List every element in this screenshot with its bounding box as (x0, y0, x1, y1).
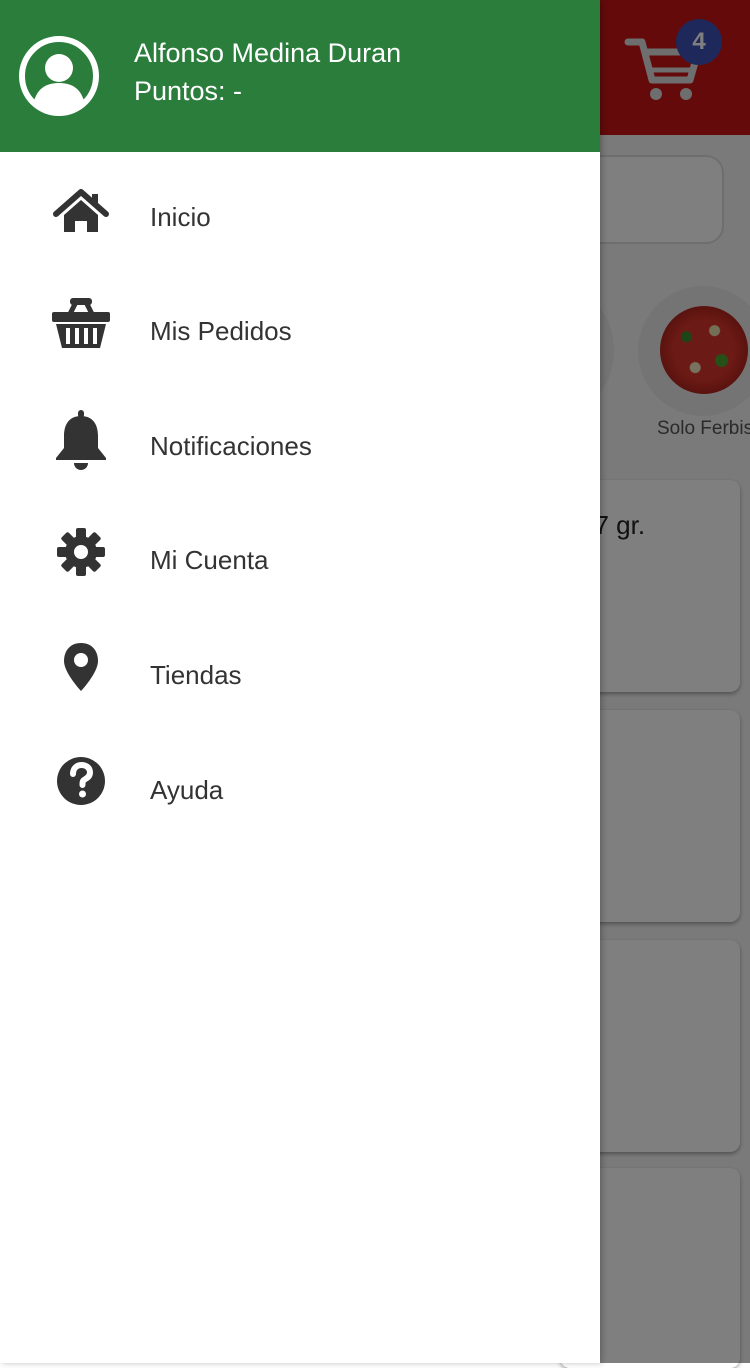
bell-icon (48, 408, 114, 474)
menu-item-label: Notificaciones (150, 431, 312, 461)
drawer-header: Alfonso Medina Duran Puntos: - (0, 0, 600, 152)
help-circle-icon (48, 748, 114, 814)
menu-item-mi-cuenta[interactable]: Mi Cuenta (0, 522, 600, 636)
map-pin-icon (48, 639, 114, 705)
basket-icon (48, 290, 114, 356)
menu-item-label: Tiendas (150, 660, 242, 690)
menu-item-label: Inicio (150, 202, 211, 232)
menu-item-ayuda[interactable]: Ayuda (0, 752, 600, 866)
menu-item-notificaciones[interactable]: Notificaciones (0, 408, 600, 522)
menu-item-tiendas[interactable]: Tiendas (0, 637, 600, 751)
menu-item-label: Mis Pedidos (150, 316, 292, 346)
menu-item-inicio[interactable]: Inicio (0, 180, 600, 294)
navigation-drawer: Alfonso Medina Duran Puntos: - Inicio Mi… (0, 0, 600, 1363)
user-points: Puntos: - (134, 76, 243, 106)
avatar-icon[interactable] (18, 35, 100, 117)
user-name: Alfonso Medina Duran (134, 38, 402, 68)
menu-item-label: Ayuda (150, 775, 224, 805)
home-icon (48, 184, 114, 250)
menu-item-label: Mi Cuenta (150, 545, 269, 575)
menu-item-mis-pedidos[interactable]: Mis Pedidos (0, 294, 600, 408)
gear-icon (48, 520, 114, 586)
